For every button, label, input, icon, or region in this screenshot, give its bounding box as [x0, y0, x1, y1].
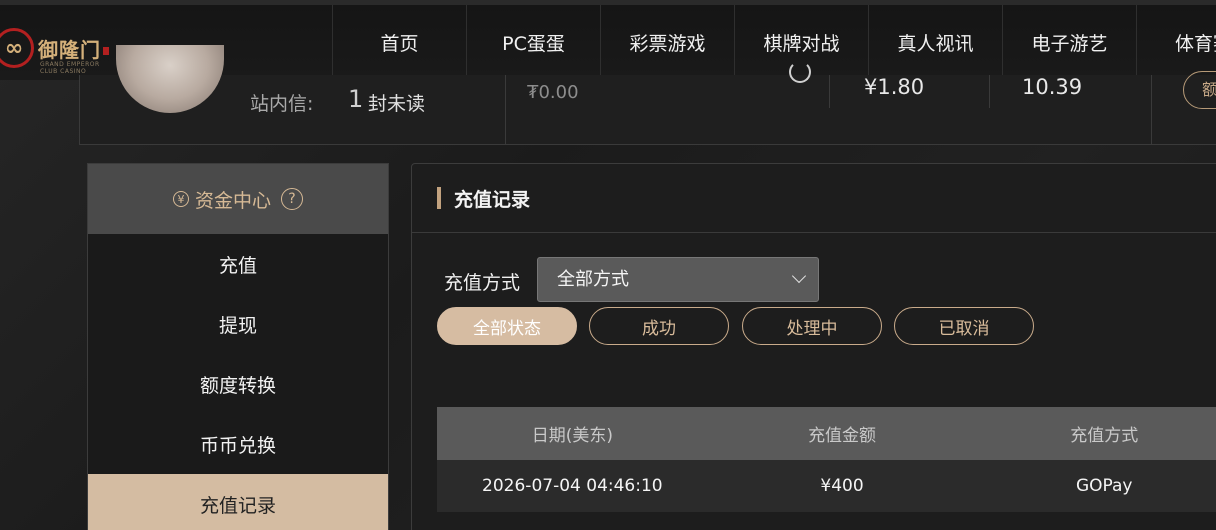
divider [1151, 75, 1152, 145]
table-header: 日期(美东) 充值金额 充值方式 [437, 407, 1216, 460]
user-info-strip: 站内信: 1 封未读 ₮0.00 ¥1.80 10.39 额 [79, 45, 1216, 145]
help-icon[interactable]: ? [281, 188, 303, 210]
sidebar-item-coin-exchange[interactable]: 币币兑换 [88, 414, 388, 474]
balance-b: 10.39 [1022, 75, 1083, 99]
divider [505, 75, 506, 145]
deposit-records-panel: 充值记录 充值方式 全部方式 全部状态 成功 处理中 已取消 日期(美东) 充值… [411, 163, 1216, 530]
refresh-icon[interactable] [789, 61, 811, 83]
logo-subtitle: GRAND EMPEROR CLUB CASINO [40, 61, 100, 75]
method-select-value: 全部方式 [557, 269, 629, 290]
column-header-method: 充值方式 [1070, 426, 1139, 446]
status-all-button[interactable]: 全部状态 [437, 307, 577, 345]
balance-a: ¥1.80 [864, 75, 925, 99]
logo-emblem-icon: ∞ [0, 28, 34, 68]
column-header-date: 日期(美东) [531, 426, 613, 446]
page-title: 充值记录 [454, 189, 531, 211]
logo-seal-icon [103, 47, 109, 55]
cell-amount: ¥400 [820, 476, 864, 496]
nav-item-pc-egg[interactable]: PC蛋蛋 [466, 5, 600, 80]
status-success-button[interactable]: 成功 [589, 307, 729, 345]
sidebar-header: ¥ 资金中心 ? [88, 164, 388, 234]
method-filter-label: 充值方式 [444, 272, 521, 294]
panel-header: 充值记录 [412, 164, 1216, 233]
column-header-amount: 充值金额 [808, 426, 877, 446]
avatar[interactable] [116, 45, 224, 113]
nav-item-sports[interactable]: 体育赛 [1136, 5, 1216, 80]
sidebar-item-deposit-records[interactable]: 充值记录 [88, 474, 388, 530]
main-nav: 首页 PC蛋蛋 彩票游戏 棋牌对战 真人视讯 电子游艺 体育赛 [332, 5, 1216, 80]
status-cancelled-button[interactable]: 已取消 [894, 307, 1034, 345]
divider [989, 75, 990, 108]
nav-item-lottery[interactable]: 彩票游戏 [600, 5, 734, 80]
nav-item-live-casino[interactable]: 真人视讯 [868, 5, 1002, 80]
cell-date: 2026-07-04 04:46:10 [482, 476, 663, 496]
inbox-label: 站内信: [250, 93, 314, 115]
logo-text: 御隆门 [38, 37, 101, 62]
nav-item-home[interactable]: 首页 [332, 5, 466, 80]
title-accent-bar [437, 187, 441, 209]
divider [829, 75, 830, 108]
brand-logo[interactable]: ∞ 御隆门 GRAND EMPEROR CLUB CASINO [0, 23, 110, 75]
table-row: 2026-07-04 04:46:10 ¥400 GOPay [437, 460, 1216, 512]
chevron-down-icon [791, 268, 807, 284]
method-select[interactable]: 全部方式 [537, 257, 819, 302]
funds-sidebar: ¥ 资金中心 ? 充值 提现 额度转换 币币兑换 充值记录 [87, 163, 389, 530]
unread-count[interactable]: 1 [348, 85, 363, 113]
yen-icon: ¥ [172, 191, 189, 207]
sidebar-title: 资金中心 [194, 189, 271, 212]
cell-method: GOPay [1075, 476, 1133, 496]
sidebar-item-transfer[interactable]: 额度转换 [88, 354, 388, 414]
status-processing-button[interactable]: 处理中 [742, 307, 882, 345]
sidebar-item-withdraw[interactable]: 提现 [88, 294, 388, 354]
page: ∞ 御隆门 GRAND EMPEROR CLUB CASINO 首页 PC蛋蛋 … [0, 0, 1216, 530]
unread-unit: 封未读 [368, 93, 426, 115]
quota-button[interactable]: 额 [1183, 71, 1216, 109]
sidebar-item-deposit[interactable]: 充值 [88, 234, 388, 294]
nav-item-slots[interactable]: 电子游艺 [1002, 5, 1136, 80]
main-balance: ₮0.00 [527, 82, 579, 103]
